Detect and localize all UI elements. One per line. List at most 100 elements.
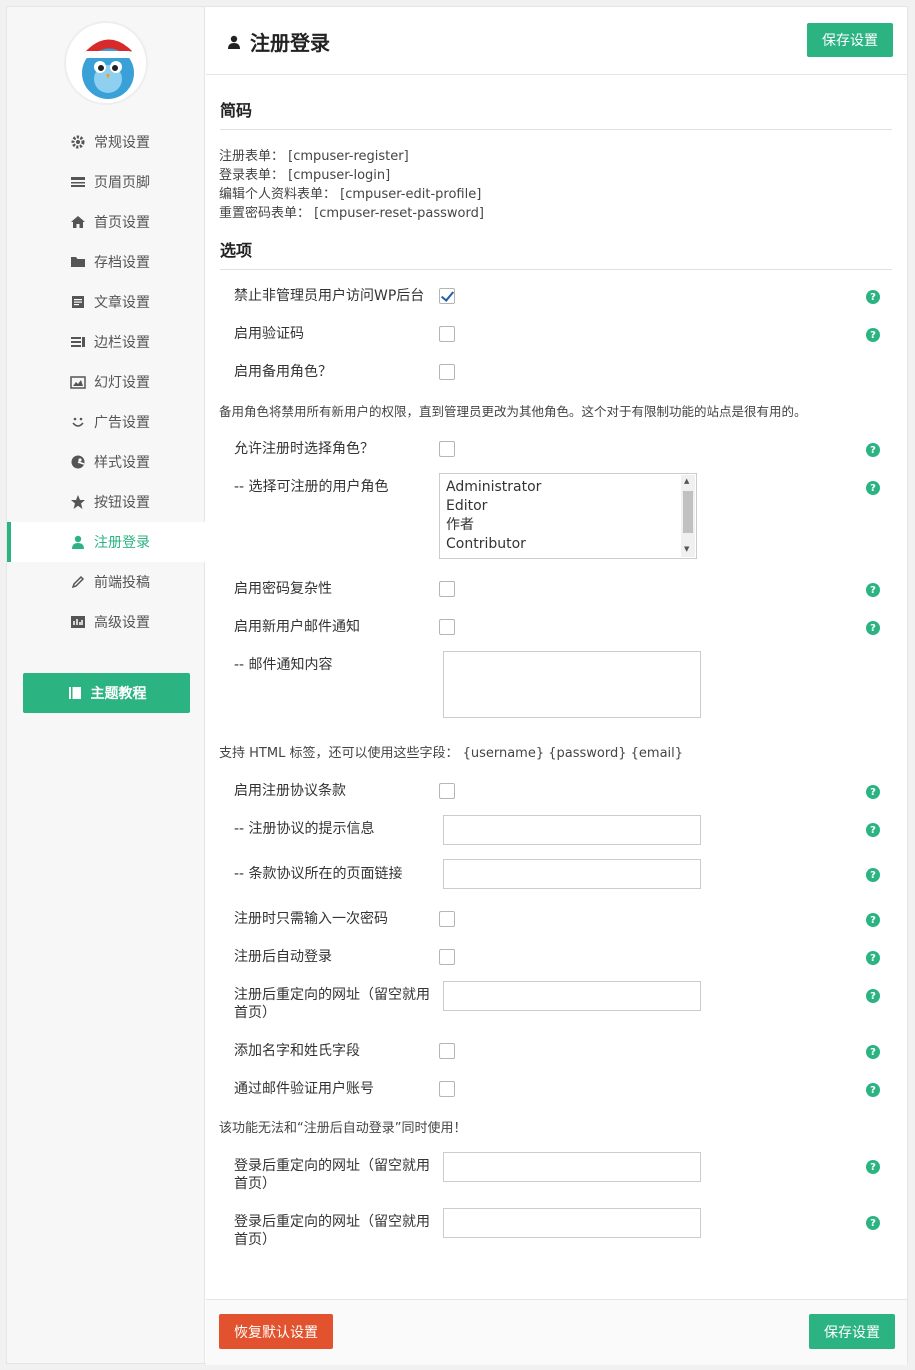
section-title-shortcodes: 简码 — [220, 97, 892, 130]
sidebar-item-general[interactable]: 常规设置 — [7, 122, 205, 162]
role-option[interactable]: Contributor — [446, 535, 690, 554]
sidebar-item-buttons[interactable]: 按钮设置 — [7, 482, 205, 522]
single-password-checkbox[interactable] — [439, 911, 455, 927]
sidebar-item-ads[interactable]: 广告设置 — [7, 402, 205, 442]
theme-logo — [64, 21, 148, 105]
password-complexity-checkbox[interactable] — [439, 581, 455, 597]
sidebar-item-label: 常规设置 — [94, 135, 150, 151]
help-icon[interactable]: ? — [866, 583, 880, 597]
help-icon[interactable]: ? — [866, 785, 880, 799]
help-icon[interactable]: ? — [866, 951, 880, 965]
name-fields-checkbox[interactable] — [439, 1043, 455, 1059]
allow-role-select-label: 允许注册时选择角色？ — [234, 441, 374, 457]
help-icon[interactable]: ? — [866, 913, 880, 927]
sidebar-item-label: 边栏设置 — [94, 335, 150, 351]
page-title: 注册登录 — [226, 27, 330, 56]
help-icon[interactable]: ? — [866, 1045, 880, 1059]
sidebar-item-article[interactable]: 文章设置 — [7, 282, 205, 322]
page-header: 注册登录 保存设置 — [206, 7, 907, 75]
home-icon — [69, 213, 87, 231]
selectable-roles-label: -- 选择可注册的用户角色 — [234, 479, 389, 495]
sidebar-item-advanced[interactable]: 高级设置 — [7, 602, 205, 642]
terms-link-input[interactable] — [443, 859, 701, 889]
sidebar-item-archive[interactable]: 存档设置 — [7, 242, 205, 282]
theme-tutorial-button[interactable]: 主题教程 — [23, 673, 190, 713]
register-redirect-label: 注册后重定向的网址（留空就用首页） — [234, 987, 430, 1021]
email-content-label: -- 邮件通知内容 — [234, 657, 333, 673]
enable-backup-role-checkbox[interactable] — [439, 364, 455, 380]
star-icon — [69, 493, 87, 511]
email-content-textarea[interactable] — [443, 651, 701, 718]
shortcode-login: 登录表单： [cmpuser-login] — [219, 168, 391, 183]
role-option[interactable]: Administrator — [446, 478, 690, 497]
help-icon[interactable]: ? — [866, 1160, 880, 1174]
sidebar-item-label: 存档设置 — [94, 255, 150, 271]
sidebar-item-label: 前端投稿 — [94, 575, 150, 591]
section-title-options: 选项 — [220, 237, 892, 270]
sidebar-item-sidebar[interactable]: 边栏设置 — [7, 322, 205, 362]
login-redirect-label: 登录后重定向的网址（留空就用首页） — [234, 1158, 430, 1192]
save-button-bottom[interactable]: 保存设置 — [809, 1314, 895, 1349]
enable-captcha-label: 启用验证码 — [234, 326, 304, 342]
sidebar-item-style[interactable]: 样式设置 — [7, 442, 205, 482]
smile-icon — [69, 413, 87, 431]
help-icon[interactable]: ? — [866, 481, 880, 495]
page-title-text: 注册登录 — [250, 31, 330, 55]
selectable-roles-listbox[interactable]: Administrator Editor 作者 Contributor ▲ ▼ — [439, 473, 697, 559]
auto-login-label: 注册后自动登录 — [234, 949, 332, 965]
main-content: 注册登录 保存设置 简码 注册表单： [cmpuser-register] 登录… — [206, 7, 907, 1365]
email-verify-checkbox[interactable] — [439, 1081, 455, 1097]
sidebar-item-frontend-post[interactable]: 前端投稿 — [7, 562, 205, 602]
new-user-email-label: 启用新用户邮件通知 — [234, 619, 360, 635]
user-icon — [226, 34, 242, 50]
sidebar-icon — [69, 333, 87, 351]
auto-login-checkbox[interactable] — [439, 949, 455, 965]
listbox-scrollbar[interactable]: ▲ ▼ — [681, 475, 695, 557]
login-redirect-input-2[interactable] — [443, 1208, 701, 1238]
help-icon[interactable]: ? — [866, 1216, 880, 1230]
sidebar-item-header-footer[interactable]: 页眉页脚 — [7, 162, 205, 202]
help-icon[interactable]: ? — [866, 328, 880, 342]
terms-hint-input[interactable] — [443, 815, 701, 845]
enable-backup-role-label: 启用备用角色？ — [234, 364, 332, 380]
role-option[interactable]: Editor — [446, 497, 690, 516]
disable-admin-checkbox[interactable] — [439, 288, 455, 304]
sidebar-item-label: 广告设置 — [94, 415, 150, 431]
tutorial-label: 主题教程 — [90, 686, 147, 702]
sidebar-item-register-login[interactable]: 注册登录 — [7, 522, 205, 562]
name-fields-label: 添加名字和姓氏字段 — [234, 1043, 360, 1059]
role-option[interactable]: 作者 — [446, 516, 690, 535]
scroll-down-icon[interactable]: ▼ — [684, 545, 689, 553]
shortcode-edit-profile: 编辑个人资料表单： [cmpuser-edit-profile] — [219, 187, 482, 202]
login-redirect-label-2: 登录后重定向的网址（留空就用首页） — [234, 1214, 430, 1248]
sidebar-menu: 常规设置 页眉页脚 首页设置 存档设置 文章设置 边栏设置 幻灯设置 广告设置 … — [7, 122, 205, 642]
new-user-email-checkbox[interactable] — [439, 619, 455, 635]
advanced-icon — [69, 613, 87, 631]
page-footer: 恢复默认设置 保存设置 — [206, 1299, 907, 1365]
allow-role-select-checkbox[interactable] — [439, 441, 455, 457]
enable-terms-checkbox[interactable] — [439, 783, 455, 799]
help-icon[interactable]: ? — [866, 1083, 880, 1097]
register-redirect-input[interactable] — [443, 981, 701, 1011]
login-redirect-input[interactable] — [443, 1152, 701, 1182]
help-icon[interactable]: ? — [866, 621, 880, 635]
enable-captcha-checkbox[interactable] — [439, 326, 455, 342]
save-button-top[interactable]: 保存设置 — [807, 23, 893, 57]
terms-hint-label: -- 注册协议的提示信息 — [234, 821, 375, 837]
help-icon[interactable]: ? — [866, 823, 880, 837]
sidebar-item-label: 幻灯设置 — [94, 375, 150, 391]
help-icon[interactable]: ? — [866, 443, 880, 457]
sidebar-item-home[interactable]: 首页设置 — [7, 202, 205, 242]
settings-panel: 常规设置 页眉页脚 首页设置 存档设置 文章设置 边栏设置 幻灯设置 广告设置 … — [6, 6, 908, 1365]
pencil-icon — [69, 573, 87, 591]
help-icon[interactable]: ? — [866, 290, 880, 304]
help-icon[interactable]: ? — [866, 868, 880, 882]
reset-defaults-button[interactable]: 恢复默认设置 — [219, 1314, 333, 1349]
help-icon[interactable]: ? — [866, 989, 880, 1003]
shortcode-register: 注册表单： [cmpuser-register] — [219, 149, 409, 164]
scrollbar-thumb[interactable] — [683, 491, 693, 533]
sidebar-item-slides[interactable]: 幻灯设置 — [7, 362, 205, 402]
scroll-up-icon[interactable]: ▲ — [684, 477, 689, 485]
single-password-label: 注册时只需输入一次密码 — [234, 911, 388, 927]
terms-link-label: -- 条款协议所在的页面链接 — [234, 866, 403, 882]
